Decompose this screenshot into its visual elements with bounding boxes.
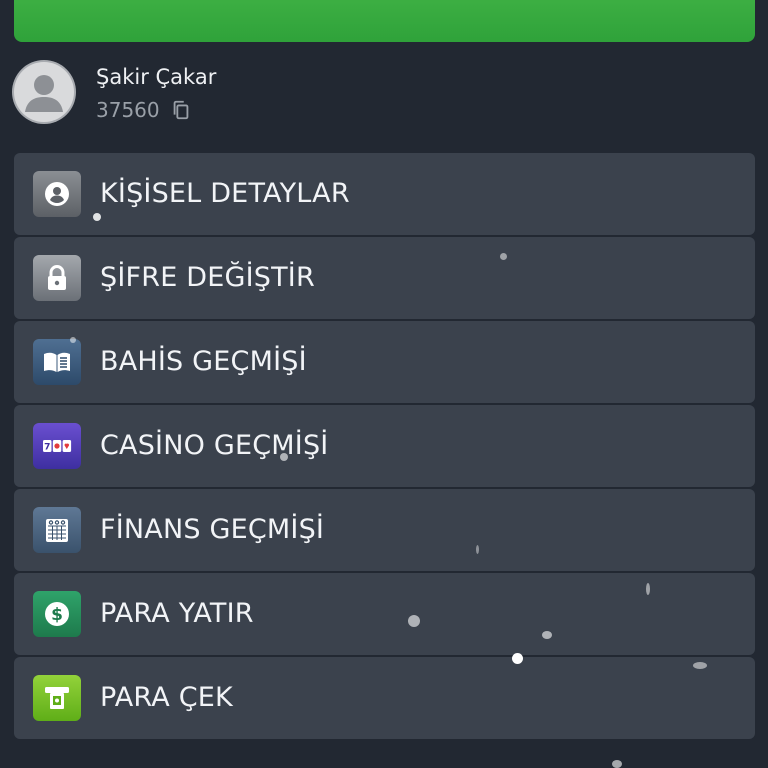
user-name: Şakir Çakar (96, 65, 217, 89)
menu-item-change-password[interactable]: ŞİFRE DEĞİŞTİR (14, 237, 755, 319)
menu-item-bet-history[interactable]: BAHİS GEÇMİŞİ (14, 321, 755, 403)
slot-machine-icon: 7 (33, 423, 81, 469)
menu-item-deposit[interactable]: $ PARA YATIR (14, 573, 755, 655)
user-id: 37560 (96, 98, 160, 122)
menu-item-casino-history[interactable]: 7 CASİNO GEÇMİŞİ (14, 405, 755, 487)
profile-header: Şakir Çakar 37560 (14, 62, 514, 126)
menu-item-label: ŞİFRE DEĞİŞTİR (100, 262, 315, 293)
menu-item-label: PARA ÇEK (100, 682, 233, 713)
menu-item-label: PARA YATIR (100, 598, 254, 629)
book-icon (33, 339, 81, 385)
menu-item-finance-history[interactable]: FİNANS GEÇMİŞİ (14, 489, 755, 571)
menu-item-personal-details[interactable]: KİŞİSEL DETAYLAR (14, 153, 755, 235)
top-banner[interactable] (14, 0, 755, 42)
dollar-coin-icon: $ (33, 591, 81, 637)
account-menu: KİŞİSEL DETAYLAR ŞİFRE DEĞİŞTİR BAHİS GE… (14, 153, 755, 741)
menu-item-withdraw[interactable]: PARA ÇEK (14, 657, 755, 739)
account-menu-page: Şakir Çakar 37560 KİŞİSEL DETAYLAR ŞİFRE… (0, 0, 768, 768)
menu-item-label: FİNANS GEÇMİŞİ (100, 514, 325, 545)
atm-cash-icon (33, 675, 81, 721)
menu-item-label: KİŞİSEL DETAYLAR (100, 178, 350, 209)
copy-icon[interactable] (170, 99, 192, 121)
menu-item-label: BAHİS GEÇMİŞİ (100, 346, 307, 377)
lock-icon (33, 255, 81, 301)
svg-text:7: 7 (44, 443, 50, 453)
menu-item-label: CASİNO GEÇMİŞİ (100, 430, 329, 461)
calendar-grid-icon (33, 507, 81, 553)
user-circle-icon (33, 171, 81, 217)
user-id-row: 37560 (96, 97, 192, 123)
svg-text:$: $ (51, 605, 63, 625)
snow-particle (612, 760, 622, 768)
avatar-icon (14, 62, 74, 122)
